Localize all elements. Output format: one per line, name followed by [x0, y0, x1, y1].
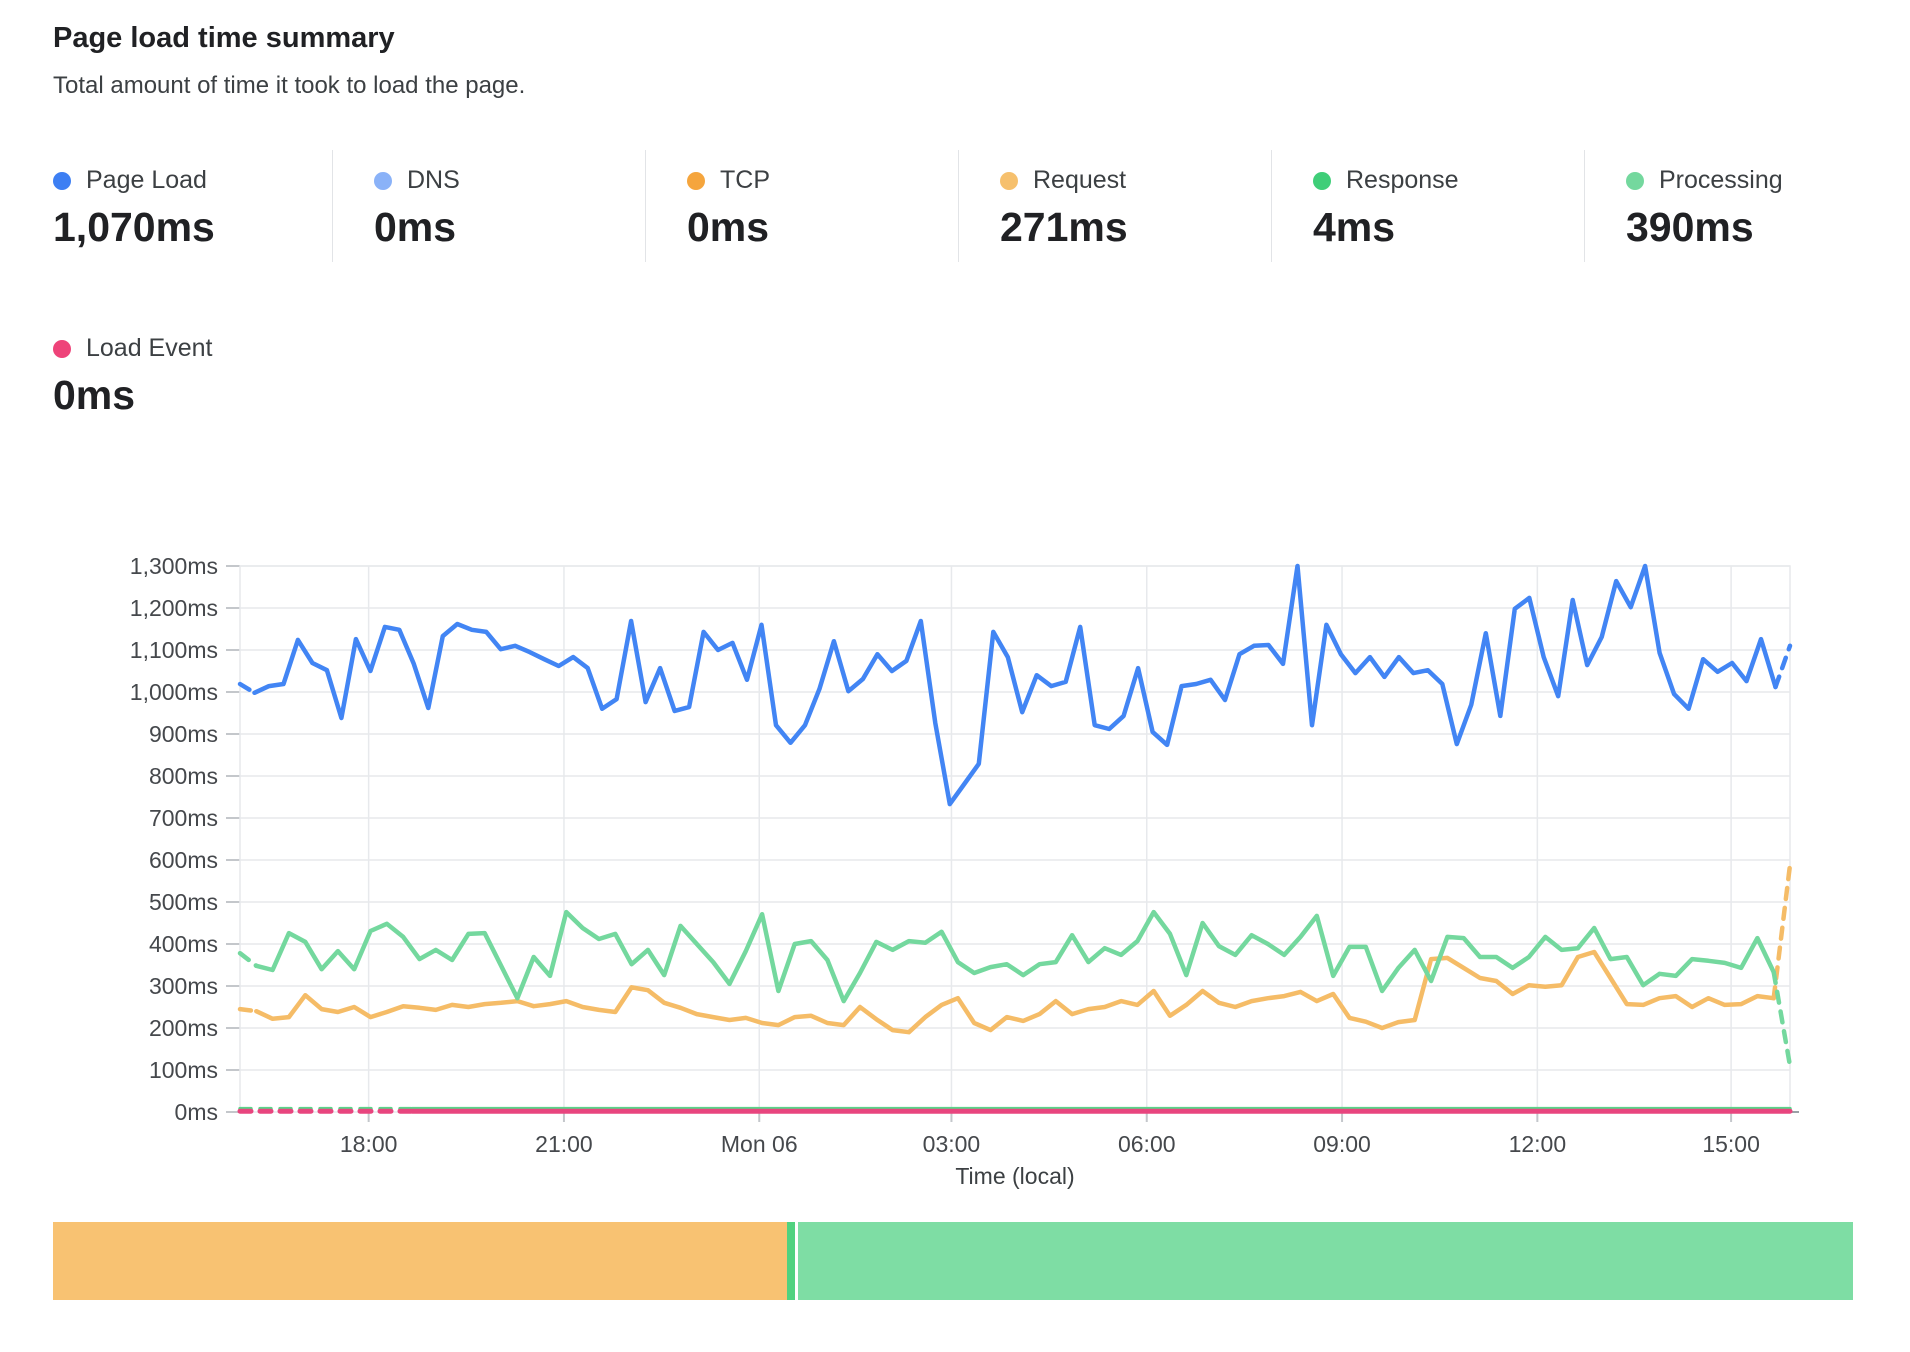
series-processing [240, 912, 1790, 1066]
load-time-chart[interactable]: 0ms 100ms 200ms 300ms 400ms 500ms 600ms 700ms 80… [0, 0, 1910, 1352]
y-tick-label: 200ms [149, 1015, 218, 1041]
page: Page load time summary Total amount of t… [0, 0, 1910, 1352]
x-tick-label: Mon 06 [721, 1131, 798, 1157]
y-tick-label: 400ms [149, 931, 218, 957]
y-tick-label: 800ms [149, 763, 218, 789]
y-tick-label: 600ms [149, 847, 218, 873]
x-tick-label: 06:00 [1118, 1131, 1176, 1157]
y-tick-label: 1,200ms [130, 595, 218, 621]
x-tick-label: 18:00 [340, 1131, 398, 1157]
bar-segment-divider-sliver[interactable] [787, 1222, 795, 1300]
series-page-load [240, 566, 1790, 804]
bar-segment-response-portion[interactable] [798, 1222, 1853, 1300]
y-tick-label: 0ms [175, 1099, 218, 1125]
x-tick-label: 12:00 [1509, 1131, 1567, 1157]
x-tick-label: 03:00 [923, 1131, 981, 1157]
y-tick-label: 1,300ms [130, 553, 218, 579]
timeline-summary-bar[interactable] [53, 1222, 1857, 1300]
y-tick-label: 1,000ms [130, 679, 218, 705]
y-tick-label: 100ms [149, 1057, 218, 1083]
x-grid: 18:00 21:00 Mon 06 03:00 06:00 09:00 12:00 15:0… [340, 566, 1799, 1157]
y-tick-label: 500ms [149, 889, 218, 915]
x-tick-label: 15:00 [1702, 1131, 1760, 1157]
x-axis-title: Time (local) [955, 1163, 1074, 1189]
plot-border [240, 566, 1790, 1112]
y-tick-label: 1,100ms [130, 637, 218, 663]
bar-segment-request-portion[interactable] [53, 1222, 787, 1300]
y-tick-label: 300ms [149, 973, 218, 999]
y-tick-label: 900ms [149, 721, 218, 747]
x-tick-label: 09:00 [1313, 1131, 1371, 1157]
y-tick-label: 700ms [149, 805, 218, 831]
x-tick-label: 21:00 [535, 1131, 593, 1157]
